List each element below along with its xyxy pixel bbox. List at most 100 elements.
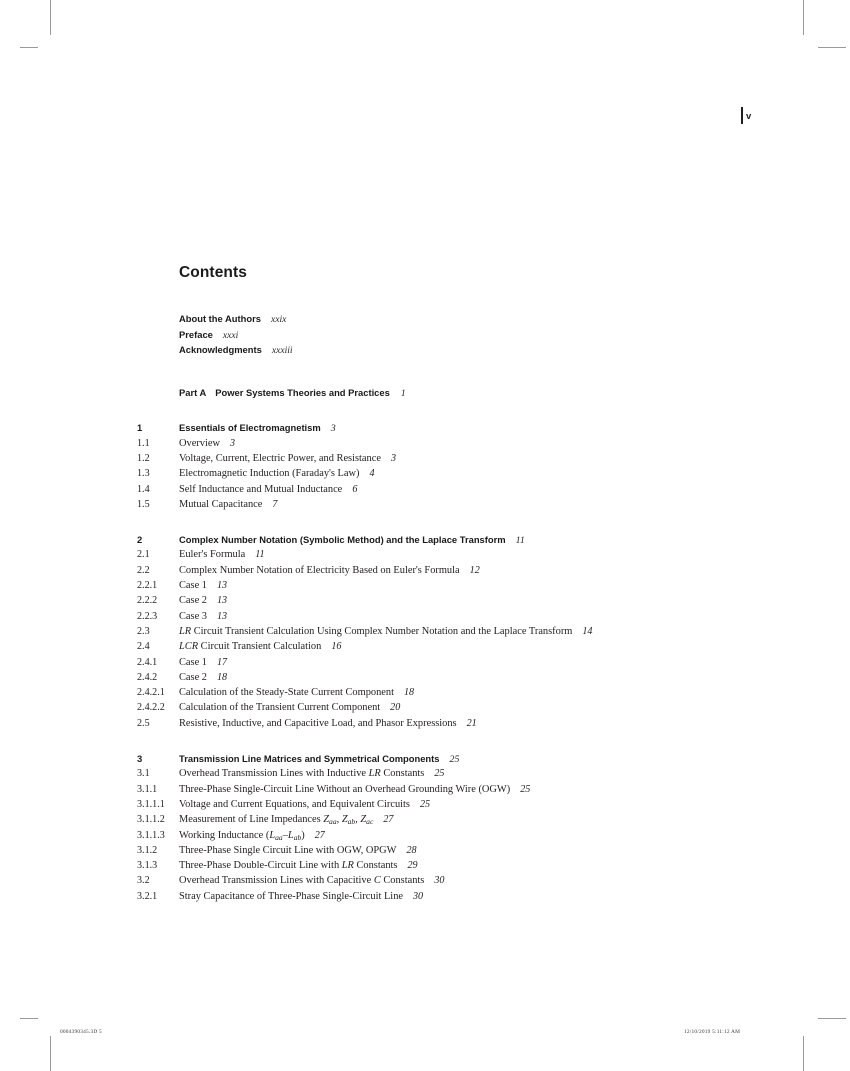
- toc-entry[interactable]: 3.1 Overhead Transmission Lines with Indu…: [137, 768, 757, 783]
- toc-entry-page-number: 25: [520, 783, 531, 795]
- toc-entry-title: Calculation of the Steady-State Current …: [179, 687, 394, 699]
- toc-entry-number: 2.4: [137, 641, 150, 653]
- chapter-group: 2 Complex Number Notation (Symbolic Metho…: [137, 514, 757, 733]
- part-page-number: 1: [400, 387, 406, 399]
- toc-entry-number: 3.1.1.3: [137, 829, 165, 841]
- toc-entry[interactable]: 2.4.2 Case 2 18: [137, 672, 757, 687]
- toc-entry-page-number: 27: [383, 814, 394, 826]
- part-label: Part A: [179, 386, 207, 398]
- toc-chapter-heading[interactable]: 2 Complex Number Notation (Symbolic Metho…: [137, 534, 757, 549]
- toc-entry-number: 3.2.1: [137, 890, 158, 902]
- toc-entry-page-number: 13: [217, 610, 228, 622]
- toc-entry-title: Case 3: [179, 610, 207, 622]
- toc-entry[interactable]: 2.4.2.1 Calculation of the Steady-State C…: [137, 687, 757, 702]
- page-title: Contents: [179, 264, 247, 281]
- toc-entry-number: 2.4.2.2: [137, 702, 165, 714]
- part-title: Power Systems Theories and Practices: [215, 386, 390, 398]
- toc-entry-title: Three-Phase Single-Circuit Line Without …: [179, 783, 511, 795]
- toc-entry-number: 1.4: [137, 483, 150, 495]
- toc-entry[interactable]: 2.4 LCR Circuit Transient Calculation 16: [137, 641, 757, 656]
- footer-timestamp: 12/10/2019 5:11:12 AM: [684, 1029, 741, 1035]
- toc-entry-number: 3.1.2: [137, 844, 158, 856]
- toc-entry-number: 3.1.1: [137, 783, 158, 795]
- toc-chapter-number: 3: [137, 753, 143, 765]
- toc-entry-page-number: 25: [434, 768, 445, 780]
- toc-entry[interactable]: 2.2.3 Case 3 13: [137, 611, 757, 626]
- toc-entry[interactable]: 2.4.2.2 Calculation of the Transient Curr…: [137, 702, 757, 717]
- toc-entry-number: 2.2: [137, 564, 150, 576]
- toc-entry-title: Resistive, Inductive, and Capacitive Loa…: [179, 717, 457, 729]
- toc-entry-page-number: 14: [582, 625, 593, 637]
- toc-chapter-page-number: 3: [330, 423, 336, 435]
- toc-entry-number: 3.1.1.1: [137, 798, 165, 810]
- toc-entry-page-number: 16: [331, 641, 342, 653]
- folio-rule: [741, 107, 743, 124]
- toc-entry-number: 2.4.2: [137, 671, 158, 683]
- toc-entry-number: 2.3: [137, 625, 150, 637]
- toc-entry[interactable]: 1.2 Voltage, Current, Electric Power, and…: [137, 453, 757, 468]
- toc-entry[interactable]: 2.2.1 Case 1 13: [137, 580, 757, 595]
- toc-entry[interactable]: 3.1.3 Three-Phase Double-Circuit Line wit…: [137, 860, 757, 875]
- front-matter-page-number: xxxi: [222, 329, 239, 341]
- toc-entry-number: 2.2.1: [137, 580, 158, 592]
- toc-entry-number: 2.4.2.1: [137, 687, 165, 699]
- front-matter-entry[interactable]: Acknowledgments xxxiii: [137, 344, 757, 360]
- toc-entry[interactable]: 2.3 LR Circuit Transient Calculation Usin…: [137, 626, 757, 641]
- toc-entry-title: Case 2: [179, 671, 207, 683]
- toc-entry-page-number: 7: [272, 498, 278, 510]
- front-matter-label: Acknowledgments: [179, 344, 262, 356]
- toc-entry-page-number: 4: [369, 468, 375, 480]
- toc-entry-page-number: 12: [469, 564, 480, 576]
- toc-entry[interactable]: 1.1 Overview 3: [137, 438, 757, 453]
- toc-entry[interactable]: 3.1.1.1 Voltage and Current Equations, an…: [137, 799, 757, 814]
- toc-entry-title: Overhead Transmission Lines with Capacit…: [179, 875, 425, 887]
- part-heading-block: Part A Power Systems Theories and Practi…: [137, 360, 757, 403]
- toc-entry-page-number: 3: [390, 452, 396, 464]
- toc-entry-title: Complex Number Notation of Electricity B…: [179, 564, 460, 576]
- toc-entry[interactable]: 3.1.2 Three-Phase Single Circuit Line wit…: [137, 845, 757, 860]
- toc-entry-number: 3.1.3: [137, 860, 158, 872]
- toc-entry-title: LCR Circuit Transient Calculation: [179, 641, 322, 653]
- toc-entry-page-number: 11: [255, 549, 265, 561]
- toc-entry-number: 1.2: [137, 452, 150, 464]
- toc-entry[interactable]: 1.5 Mutual Capacitance 7: [137, 499, 757, 514]
- toc-entry-title: Voltage, Current, Electric Power, and Re…: [179, 452, 381, 464]
- toc-entry-title: Electromagnetic Induction (Faraday's Law…: [179, 468, 360, 480]
- toc-chapter-heading[interactable]: 3 Transmission Line Matrices and Symmetri…: [137, 753, 757, 768]
- toc-entry-number: 2.1: [137, 549, 150, 561]
- toc-entry[interactable]: 3.1.1.3 Working Inductance (Laa–Lab) 27: [137, 830, 757, 845]
- toc-chapter-title: Transmission Line Matrices and Symmetric…: [179, 753, 440, 765]
- toc-entry-page-number: 27: [314, 829, 325, 841]
- toc-entry[interactable]: 2.2 Complex Number Notation of Electricit…: [137, 565, 757, 580]
- toc-entry-page-number: 18: [403, 687, 415, 699]
- toc-entry-title: Measurement of Line Impedances Zaa, Zab,…: [179, 814, 374, 827]
- toc-entry[interactable]: 2.4.1 Case 1 17: [137, 657, 757, 672]
- toc-entry[interactable]: 3.1.1.2 Measurement of Line Impedances Za…: [137, 814, 757, 829]
- toc-entry-page-number: 20: [390, 702, 401, 714]
- toc-entry[interactable]: 1.3 Electromagnetic Induction (Faraday's …: [137, 468, 757, 483]
- front-matter-entry[interactable]: About the Authors xxix: [137, 313, 757, 329]
- toc-entry[interactable]: 3.2.1 Stray Capacitance of Three-Phase Si…: [137, 891, 757, 906]
- footer-job-id: 0004390345.3D 5: [60, 1029, 102, 1035]
- toc-entry[interactable]: 1.4 Self Inductance and Mutual Inductance…: [137, 484, 757, 499]
- toc-entry-number: 3.1: [137, 768, 150, 780]
- toc-entry-title: Overhead Transmission Lines with Inducti…: [179, 768, 425, 780]
- toc-entry[interactable]: 3.1.1 Three-Phase Single-Circuit Line Wit…: [137, 784, 757, 799]
- toc-entry-title: Case 1: [179, 656, 207, 668]
- toc-entry-title: Self Inductance and Mutual Inductance: [179, 483, 343, 495]
- toc-entry-title: Voltage and Current Equations, and Equiv…: [179, 798, 410, 810]
- toc-entry-title: Mutual Capacitance: [179, 498, 263, 510]
- toc-entry[interactable]: 2.1 Euler's Formula 11: [137, 549, 757, 564]
- toc-chapter-title: Complex Number Notation (Symbolic Method…: [179, 534, 506, 546]
- toc-chapter-number: 2: [137, 534, 143, 546]
- toc-entry-number: 2.2.2: [137, 595, 158, 607]
- front-matter-entry[interactable]: Preface xxxi: [137, 329, 757, 345]
- toc-entry-title: Stray Capacitance of Three-Phase Single-…: [179, 890, 403, 902]
- toc-entry[interactable]: 3.2 Overhead Transmission Lines with Capa…: [137, 875, 757, 890]
- toc-entry-page-number: 17: [217, 656, 228, 668]
- toc-entry[interactable]: 2.5 Resistive, Inductive, and Capacitive …: [137, 718, 757, 733]
- toc-chapter-heading[interactable]: 1 Essentials of Electromagnetism 3: [137, 422, 757, 437]
- toc-entry[interactable]: 2.2.2 Case 2 13: [137, 595, 757, 610]
- toc-entry-page-number: 18: [217, 671, 228, 683]
- toc-entry-page-number: 28: [406, 844, 417, 856]
